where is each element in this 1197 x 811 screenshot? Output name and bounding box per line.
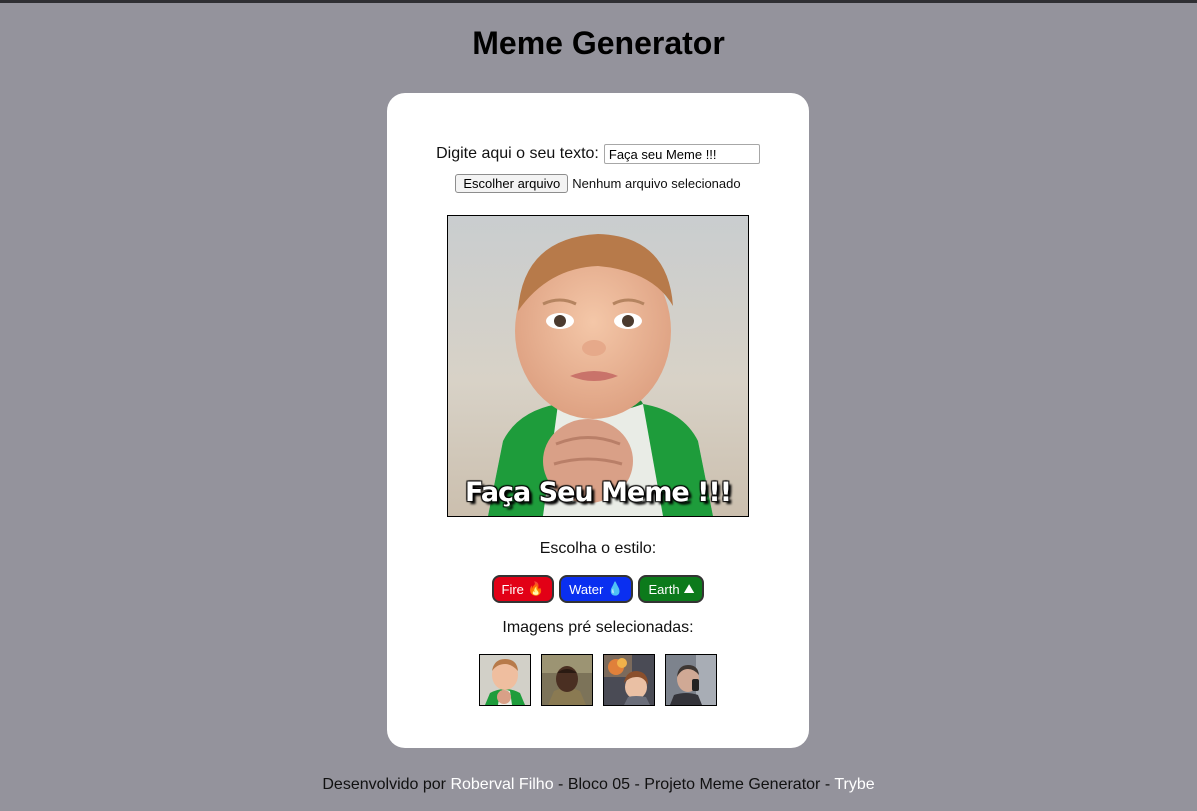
file-status-text: Nenhum arquivo selecionado xyxy=(572,176,741,191)
preset-images xyxy=(387,654,809,706)
preset-image-phone-guy[interactable] xyxy=(665,654,717,706)
choose-file-button[interactable]: Escolher arquivo xyxy=(455,174,569,193)
preset-image-disaster-girl[interactable] xyxy=(603,654,655,706)
meme-text-input[interactable] xyxy=(603,144,760,164)
water-button-label: Water xyxy=(569,581,604,597)
style-label: Escolha o estilo: xyxy=(539,540,657,557)
trybe-link[interactable]: Trybe xyxy=(834,776,874,793)
preset-image-success-kid[interactable] xyxy=(479,654,531,706)
meme-caption: Faça Seu Meme !!! xyxy=(464,477,732,508)
fire-button-label: Fire xyxy=(501,581,524,597)
footer: Desenvolvido por Roberval Filho - Bloco … xyxy=(0,776,1197,794)
text-input-label: Digite aqui o seu texto: xyxy=(436,145,599,162)
footer-middle: - Bloco 05 - Projeto Meme Generator - xyxy=(553,776,835,793)
fire-button[interactable]: Fire 🔥 xyxy=(491,575,555,603)
author-link[interactable]: Roberval Filho xyxy=(450,776,553,793)
file-input-row: Escolher arquivo Nenhum arquivo selecion… xyxy=(387,174,809,193)
meme-image xyxy=(448,216,748,516)
page-title: Meme Generator xyxy=(472,25,725,61)
preset-image-confused-boy[interactable] xyxy=(541,654,593,706)
footer-prefix: Desenvolvido por xyxy=(322,776,451,793)
earth-button-label: Earth xyxy=(648,581,680,597)
meme-card: Digite aqui o seu texto: Escolher arquiv… xyxy=(387,93,809,748)
earth-button[interactable]: Earth ⛰ xyxy=(638,575,705,603)
fire-icon: 🔥 xyxy=(527,581,545,596)
style-buttons: Fire 🔥 Water 💧 Earth ⛰ xyxy=(387,575,809,603)
text-input-row: Digite aqui o seu texto: xyxy=(387,144,809,164)
preset-label: Imagens pré selecionadas: xyxy=(502,619,694,636)
water-button[interactable]: Water 💧 xyxy=(559,575,634,603)
droplet-icon: 💧 xyxy=(607,581,624,596)
mountain-icon: ⛰ xyxy=(683,581,695,596)
meme-image-container: Faça Seu Meme !!! xyxy=(447,215,749,517)
